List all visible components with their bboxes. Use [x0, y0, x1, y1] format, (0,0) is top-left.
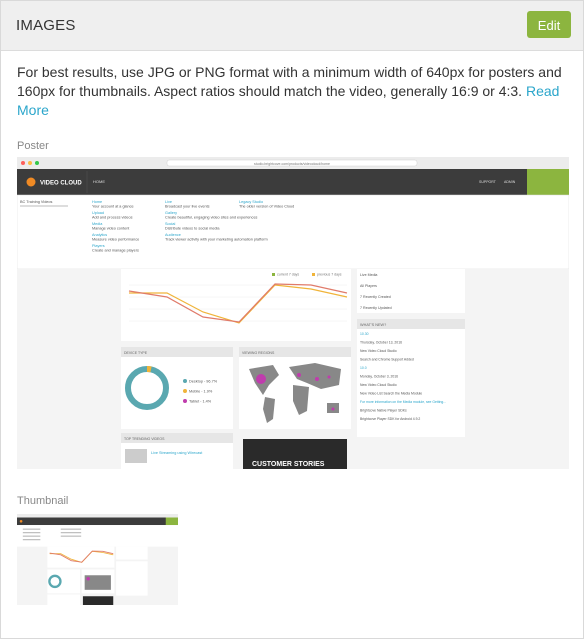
news-item: 10.0: [360, 366, 367, 370]
brand-name: VIDEO CLOUD: [40, 181, 82, 187]
menu-item-title: Gallery: [165, 211, 177, 215]
menu-item-desc: Track viewer activity with your marketin…: [165, 238, 268, 242]
menu-item-title: Home: [92, 200, 102, 204]
trending-title: Live Streaming using Wirecast: [151, 451, 203, 455]
account-title: BC Training Videos: [20, 200, 53, 204]
menu-item-title: Social: [165, 222, 175, 226]
menu-item-title: Legacy Studio: [239, 200, 263, 204]
device-tablet: Tablet - 1.4%: [189, 400, 212, 404]
nav-support: SUPPORT: [479, 180, 497, 184]
nav-admin: ADMIN: [504, 180, 516, 184]
news-item: Brightcove Native Player SDKs: [360, 409, 407, 413]
device-desktop: Desktop - 96.7%: [189, 380, 218, 384]
news-item: Monday, October 3, 2016: [360, 375, 398, 379]
legend-current: current 7 days: [277, 273, 299, 277]
top-trending-heading: TOP TRENDING VIDEOS: [124, 437, 165, 441]
images-panel: IMAGES Edit For best results, use JPG or…: [0, 0, 584, 639]
side-list-item: 7 Recently Created: [360, 295, 391, 299]
nav-home: HOME: [93, 179, 105, 184]
thumbnail-image[interactable]: [17, 514, 178, 605]
menu-item-title: Live: [165, 200, 172, 204]
side-list-item: Live Media: [360, 273, 377, 277]
side-list-item: 7 Recently Updated: [360, 306, 392, 310]
menu-item-title: Analytics: [92, 233, 107, 237]
menu-item-desc: Your account at a glance: [92, 205, 134, 209]
news-item: 10.30: [360, 332, 369, 336]
device-type-heading: DEVICE TYPE: [124, 351, 148, 355]
menu-item-title: Media: [92, 222, 103, 226]
news-item: For more information on the Media module…: [360, 400, 446, 404]
device-mobile: Mobile - 1.9%: [189, 390, 213, 394]
whats-new-heading: WHAT'S NEW?: [360, 323, 386, 327]
menu-item-desc: Manage video content: [92, 227, 130, 231]
news-item: Search and Chrome Support Added: [360, 358, 414, 362]
menu-item-desc: Create and manage players: [92, 249, 139, 253]
news-item: New Video Cloud Studio: [360, 383, 397, 387]
browser-url: studio.brightcove.com/products/videoclou…: [254, 162, 330, 166]
menu-item-desc: Broadcast your live events: [165, 205, 210, 209]
thumbnail-label: Thumbnail: [17, 495, 69, 507]
news-item: New Video Cloud Studio: [360, 349, 397, 353]
poster-image[interactable]: studio.brightcove.com/products/videoclou…: [17, 157, 569, 469]
news-item: New Video List Search the Media Module: [360, 392, 422, 396]
menu-item-desc: Add and process videos: [92, 216, 133, 220]
news-item: Brightcove Player SDK for Android 4.9.2: [360, 417, 420, 421]
side-list-item: All Players: [360, 284, 377, 288]
poster-label: Poster: [17, 140, 49, 152]
menu-item-desc: Measure video performance: [92, 238, 139, 242]
guidelines-text: For best results, use JPG or PNG format …: [17, 64, 562, 99]
news-item: Thursday, October 13, 2016: [360, 341, 402, 345]
menu-item-desc: Create beautiful, engaging video sites a…: [165, 216, 258, 220]
panel-title: IMAGES: [16, 17, 76, 34]
image-guidelines: For best results, use JPG or PNG format …: [17, 63, 572, 120]
menu-item-title: Upload: [92, 211, 104, 215]
menu-item-desc: Distribute videos to social media: [165, 227, 220, 231]
menu-item-desc: The older version of Video Cloud: [239, 205, 294, 209]
viewing-regions-heading: VIEWING REGIONS: [242, 351, 275, 355]
menu-item-title: Players: [92, 244, 105, 248]
edit-button[interactable]: Edit: [527, 11, 571, 38]
menu-item-title: Audience: [165, 233, 181, 237]
window-close-dot: [21, 161, 25, 165]
legend-previous: previous 7 days: [317, 273, 342, 277]
customer-stories: CUSTOMER STORIES: [252, 461, 325, 468]
panel-header: IMAGES Edit: [1, 1, 583, 51]
